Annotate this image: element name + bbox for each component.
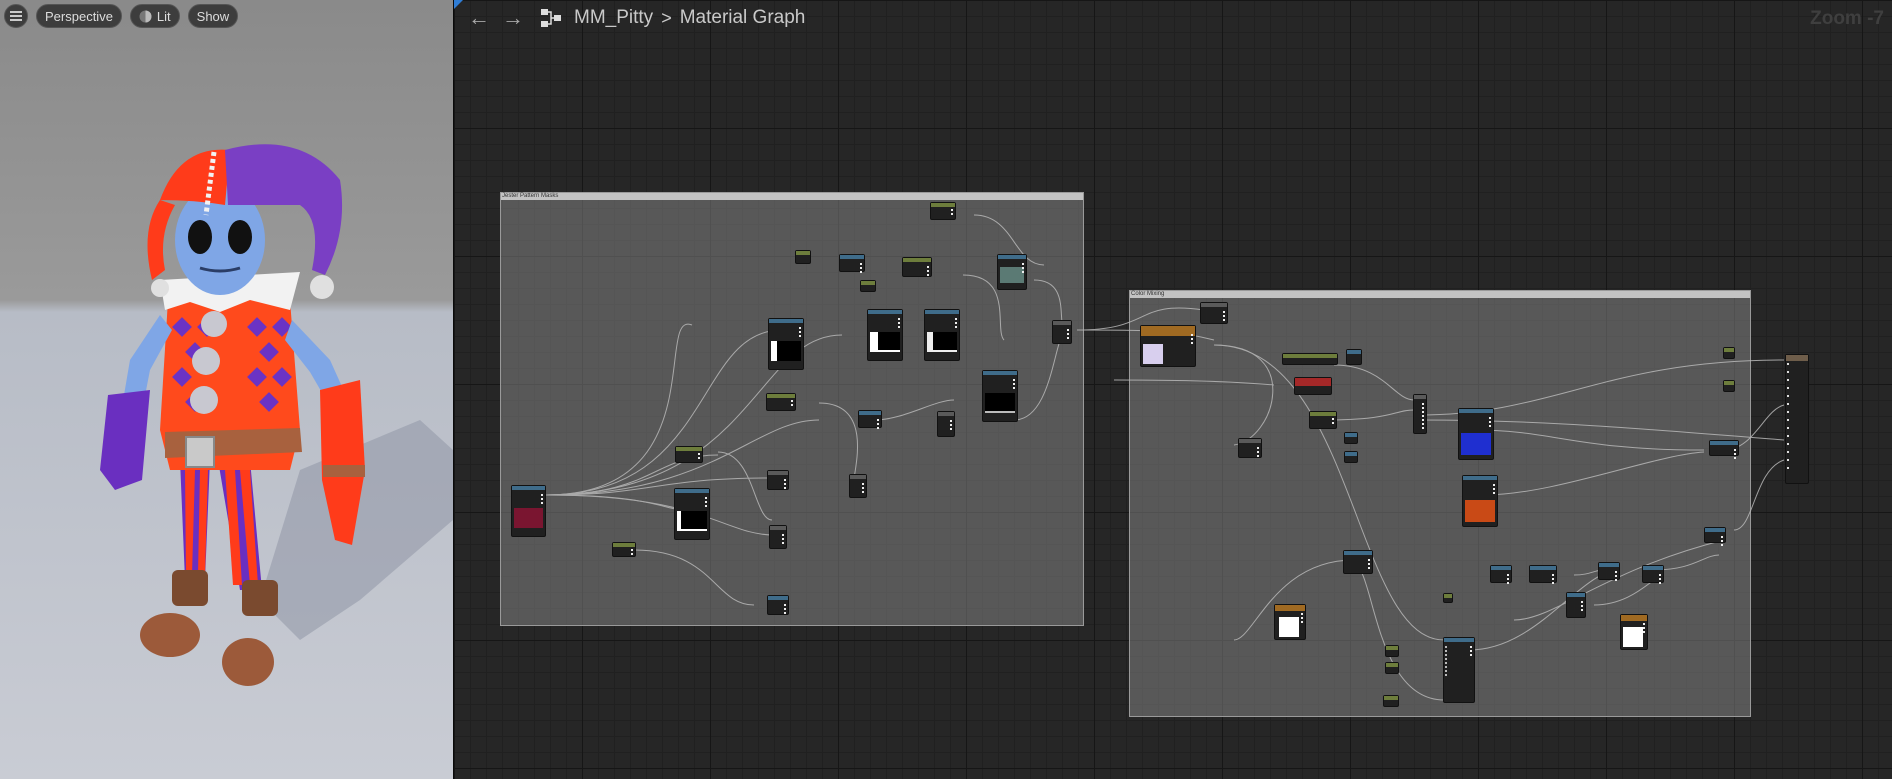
scalar-parameter-node[interactable] — [1282, 353, 1338, 365]
show-label: Show — [196, 8, 230, 24]
texture-sample-node[interactable] — [867, 309, 903, 361]
viewport-toolbar: Perspective Lit Show — [4, 4, 239, 28]
texture-sample-node[interactable] — [982, 370, 1018, 422]
texture-sample-node[interactable] — [997, 254, 1027, 290]
show-button[interactable]: Show — [187, 4, 239, 28]
math-node[interactable] — [937, 411, 955, 437]
math-node[interactable] — [1200, 302, 1228, 324]
texture-sample-node[interactable] — [1458, 408, 1494, 460]
perspective-label: Perspective — [45, 8, 113, 24]
texture-sample-node[interactable] — [1462, 475, 1498, 527]
lit-sphere-icon — [139, 10, 152, 22]
scalar-parameter-node[interactable] — [675, 446, 703, 463]
math-node[interactable] — [767, 470, 789, 490]
lerp-node[interactable] — [1413, 394, 1427, 434]
math-node[interactable] — [1343, 550, 1373, 574]
perspective-button[interactable]: Perspective — [36, 4, 122, 28]
math-node[interactable] — [769, 525, 787, 549]
math-node[interactable] — [1642, 565, 1664, 584]
jester-character-preview — [100, 144, 453, 686]
scalar-node[interactable] — [1385, 662, 1399, 674]
lerp-node[interactable] — [1443, 637, 1475, 703]
scalar-node[interactable] — [860, 280, 876, 292]
math-node[interactable] — [1238, 438, 1262, 458]
math-node[interactable] — [849, 474, 867, 498]
vector-parameter-node[interactable] — [1140, 325, 1196, 367]
vector-parameter-node[interactable] — [1274, 604, 1306, 640]
math-node[interactable] — [1598, 562, 1620, 581]
lit-label: Lit — [156, 8, 171, 24]
scalar-node[interactable] — [1443, 593, 1453, 603]
math-node[interactable] — [858, 410, 882, 429]
scalar-node[interactable] — [1723, 347, 1735, 359]
scalar-node[interactable] — [1723, 380, 1735, 392]
vector-parameter-node[interactable] — [1294, 377, 1332, 395]
scalar-node[interactable] — [1383, 695, 1399, 707]
math-node[interactable] — [1709, 440, 1739, 459]
material-graph-panel[interactable]: ← → MM_Pitty > Material Graph Zoom -7 Je… — [454, 0, 1892, 779]
scalar-parameter-node[interactable] — [766, 393, 796, 411]
math-node[interactable] — [1344, 451, 1358, 463]
scalar-node[interactable] — [795, 250, 811, 264]
viewport-menu-button[interactable] — [4, 4, 28, 28]
math-node[interactable] — [767, 595, 789, 615]
node-wires — [545, 214, 1785, 701]
texture-sample-node[interactable] — [674, 488, 710, 540]
lit-button[interactable]: Lit — [129, 4, 180, 28]
scalar-parameter-node[interactable] — [1309, 411, 1337, 429]
math-node[interactable] — [1344, 432, 1358, 444]
scalar-parameter-node[interactable] — [930, 202, 956, 220]
math-node[interactable] — [1346, 349, 1362, 365]
vector-parameter-node[interactable] — [1620, 614, 1648, 650]
material-output-node[interactable] — [1785, 354, 1809, 484]
math-node[interactable] — [839, 254, 865, 273]
texture-sample-node[interactable] — [511, 485, 546, 537]
texture-sample-node[interactable] — [768, 318, 804, 370]
math-node[interactable] — [1529, 565, 1557, 584]
math-node[interactable] — [1490, 565, 1512, 584]
math-node[interactable] — [1704, 527, 1726, 546]
texture-sample-node[interactable] — [924, 309, 960, 361]
hamburger-menu-icon — [10, 11, 22, 21]
math-node[interactable] — [1566, 592, 1586, 618]
math-node[interactable] — [902, 257, 932, 277]
scalar-node[interactable] — [1385, 645, 1399, 657]
reroute-node[interactable] — [1052, 320, 1072, 344]
viewport-panel[interactable]: Perspective Lit Show — [0, 0, 453, 779]
scalar-parameter-node[interactable] — [612, 542, 636, 557]
